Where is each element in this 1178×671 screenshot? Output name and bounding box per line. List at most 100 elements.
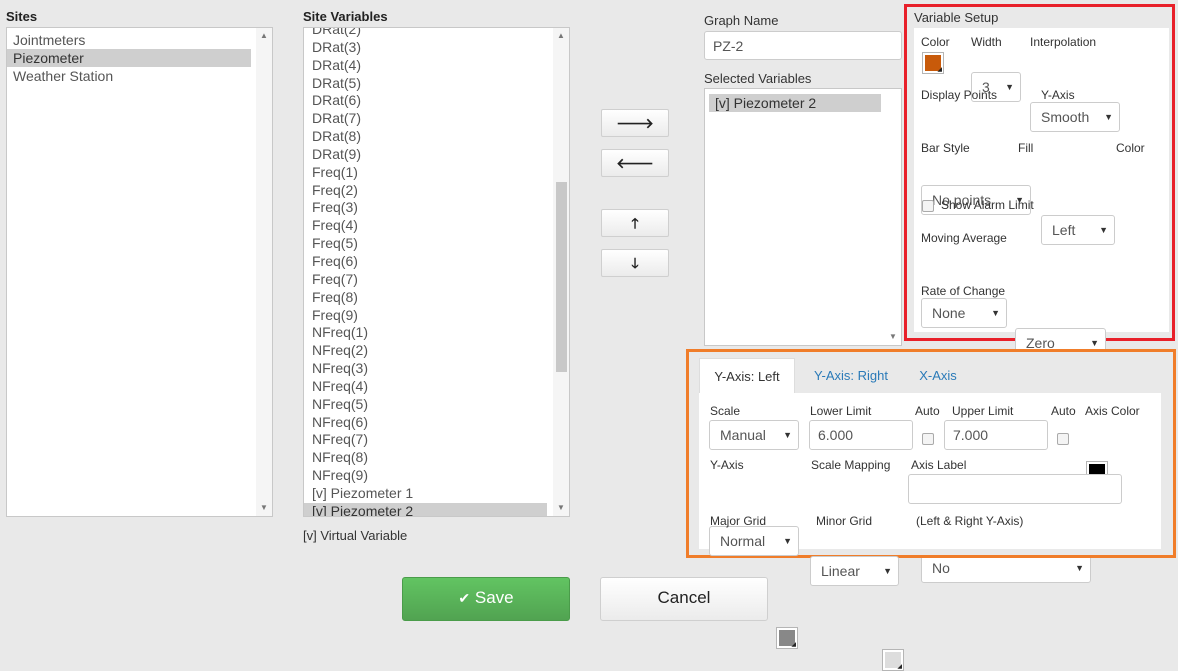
variable-item[interactable]: DRat(6) [304,92,547,110]
site-variables-scrollbar[interactable]: ▲ ▼ [553,28,569,516]
variable-item[interactable]: Freq(2) [304,182,547,200]
upper-limit-input[interactable]: 7.000 [944,420,1048,450]
arrow-left-icon: 🡐 [616,155,654,171]
site-item[interactable]: Weather Station [7,67,251,85]
variable-item[interactable]: NFreq(1) [304,324,547,342]
variable-item-selected[interactable]: [v] Piezometer 2 [304,502,547,516]
variable-item[interactable]: NFreq(6) [304,414,547,432]
variable-item[interactable]: NFreq(9) [304,467,547,485]
sites-scrollbar[interactable]: ▲ ▼ [256,28,272,516]
interpolation-label: Interpolation [1030,35,1097,49]
variable-item[interactable]: DRat(9) [304,146,547,164]
moving-average-label: Moving Average [921,231,1007,245]
rate-of-change-value: No [932,560,950,576]
scroll-up-icon[interactable]: ▲ [256,28,272,44]
selected-variables-list[interactable]: [v] Piezometer 2 ▼ [704,88,902,346]
color-label: Color [921,35,950,49]
variable-item[interactable]: Freq(3) [304,199,547,217]
variable-item[interactable]: DRat(3) [304,39,547,57]
variable-item[interactable]: Freq(6) [304,253,547,271]
show-alarm-checkbox[interactable] [922,200,934,212]
add-variable-button[interactable]: 🡒 [601,109,669,137]
variable-item[interactable]: Freq(8) [304,289,547,307]
interpolation-select[interactable]: Smooth ▼ [1030,102,1120,132]
upper-limit-label: Upper Limit [952,404,1014,418]
y-axis-type-select[interactable]: Normal ▼ [709,526,799,556]
sites-list[interactable]: Jointmeters Piezometer Weather Station ▲… [6,27,273,517]
minor-grid-label: Minor Grid [816,514,873,528]
axis-settings-panel: Y-Axis: Left Y-Axis: Right X-Axis Scale … [686,349,1176,671]
arrow-right-icon: 🡒 [616,115,654,131]
chevron-down-icon: ▼ [1075,563,1084,573]
variable-item[interactable]: [v] Piezometer 1 [304,485,547,503]
variable-item[interactable]: NFreq(4) [304,378,547,396]
selected-scrollbar[interactable]: ▼ [885,89,901,345]
variable-item[interactable]: Freq(7) [304,271,547,289]
upper-auto-checkbox[interactable] [1057,433,1069,445]
scale-mapping-select[interactable]: Linear ▼ [810,556,899,586]
tab-x-axis[interactable]: X-Axis [905,358,971,394]
bar-style-label: Bar Style [921,141,970,155]
scrollbar-thumb[interactable] [556,182,567,372]
selected-variables-label: Selected Variables [704,71,812,86]
site-item[interactable]: Jointmeters [7,31,251,49]
lower-limit-input[interactable]: 6.000 [809,420,913,450]
variable-item[interactable]: DRat(7) [304,110,547,128]
site-variables-items: DRat(2) DRat(3) DRat(4) DRat(5) DRat(6) DRat(… [304,28,547,516]
save-label: Save [474,588,514,607]
display-points-label: Display Points [921,88,998,102]
remove-variable-button[interactable]: 🡐 [601,149,669,177]
variable-item[interactable]: Freq(5) [304,235,547,253]
y-axis-type-value: Normal [720,533,766,549]
variable-item[interactable]: Freq(4) [304,217,547,235]
selected-variable-item[interactable]: [v] Piezometer 2 [709,94,881,112]
bar-style-select[interactable]: None ▼ [921,298,1007,328]
show-alarm-label: Show Alarm Limit [941,198,1034,212]
variable-item[interactable]: Freq(9) [304,307,547,325]
y-axis-select[interactable]: Left ▼ [1041,215,1115,245]
cancel-button[interactable]: Cancel [600,577,768,621]
variable-setup-body: Color ◢ Width 3 ▼ Interpolation Smooth ▼ D… [914,28,1169,583]
variable-item[interactable]: NFreq(8) [304,449,547,467]
axis-label-input[interactable] [908,474,1122,504]
save-button[interactable]: ✔ Save [402,577,570,621]
checkmark-icon: ✔ [458,590,471,606]
site-variables-list[interactable]: DRat(2) DRat(3) DRat(4) DRat(5) DRat(6) DRat(… [303,27,570,517]
scroll-down-icon[interactable]: ▼ [553,500,569,516]
variable-item[interactable]: NFreq(7) [304,431,547,449]
move-up-button[interactable]: 🡑 [601,209,669,237]
arrow-down-icon: 🡓 [631,255,639,271]
scroll-down-icon[interactable]: ▼ [885,329,901,345]
chevron-down-icon: ▼ [883,566,892,576]
graph-name-input[interactable]: PZ-2 [704,31,902,60]
variable-item[interactable]: DRat(5) [304,75,547,93]
variable-item[interactable]: DRat(4) [304,57,547,75]
minor-grid-swatch[interactable]: ◢ [882,649,904,671]
variable-item[interactable]: NFreq(3) [304,360,547,378]
variable-item[interactable]: NFreq(2) [304,342,547,360]
variable-item[interactable]: DRat(8) [304,128,547,146]
variable-item[interactable]: NFreq(5) [304,396,547,414]
tab-y-axis-left[interactable]: Y-Axis: Left [699,358,795,394]
grid-note: (Left & Right Y-Axis) [916,514,1024,528]
scroll-up-icon[interactable]: ▲ [553,28,569,44]
site-item-selected[interactable]: Piezometer [7,49,251,67]
variable-item[interactable]: Freq(1) [304,164,547,182]
fill-color-label: Color [1116,141,1145,155]
scroll-down-icon[interactable]: ▼ [256,500,272,516]
line-color-swatch[interactable]: ◢ [922,52,944,74]
scale-value: Manual [720,427,766,443]
major-grid-label: Major Grid [710,514,767,528]
variable-item[interactable]: DRat(2) [304,28,547,39]
tab-y-axis-right[interactable]: Y-Axis: Right [799,358,903,394]
scale-label: Scale [710,404,741,418]
lower-auto-checkbox[interactable] [922,433,934,445]
y-axis-value: Left [1052,222,1076,238]
scale-mapping-label: Scale Mapping [811,458,891,472]
site-variables-heading: Site Variables [303,9,388,24]
move-down-button[interactable]: 🡓 [601,249,669,277]
variable-setup-panel: Variable Setup Color ◢ Width 3 ▼ Interpol… [904,4,1175,583]
corner-caret-icon: ◢ [791,642,796,648]
major-grid-swatch[interactable]: ◢ [776,627,798,649]
scale-select[interactable]: Manual ▼ [709,420,799,450]
